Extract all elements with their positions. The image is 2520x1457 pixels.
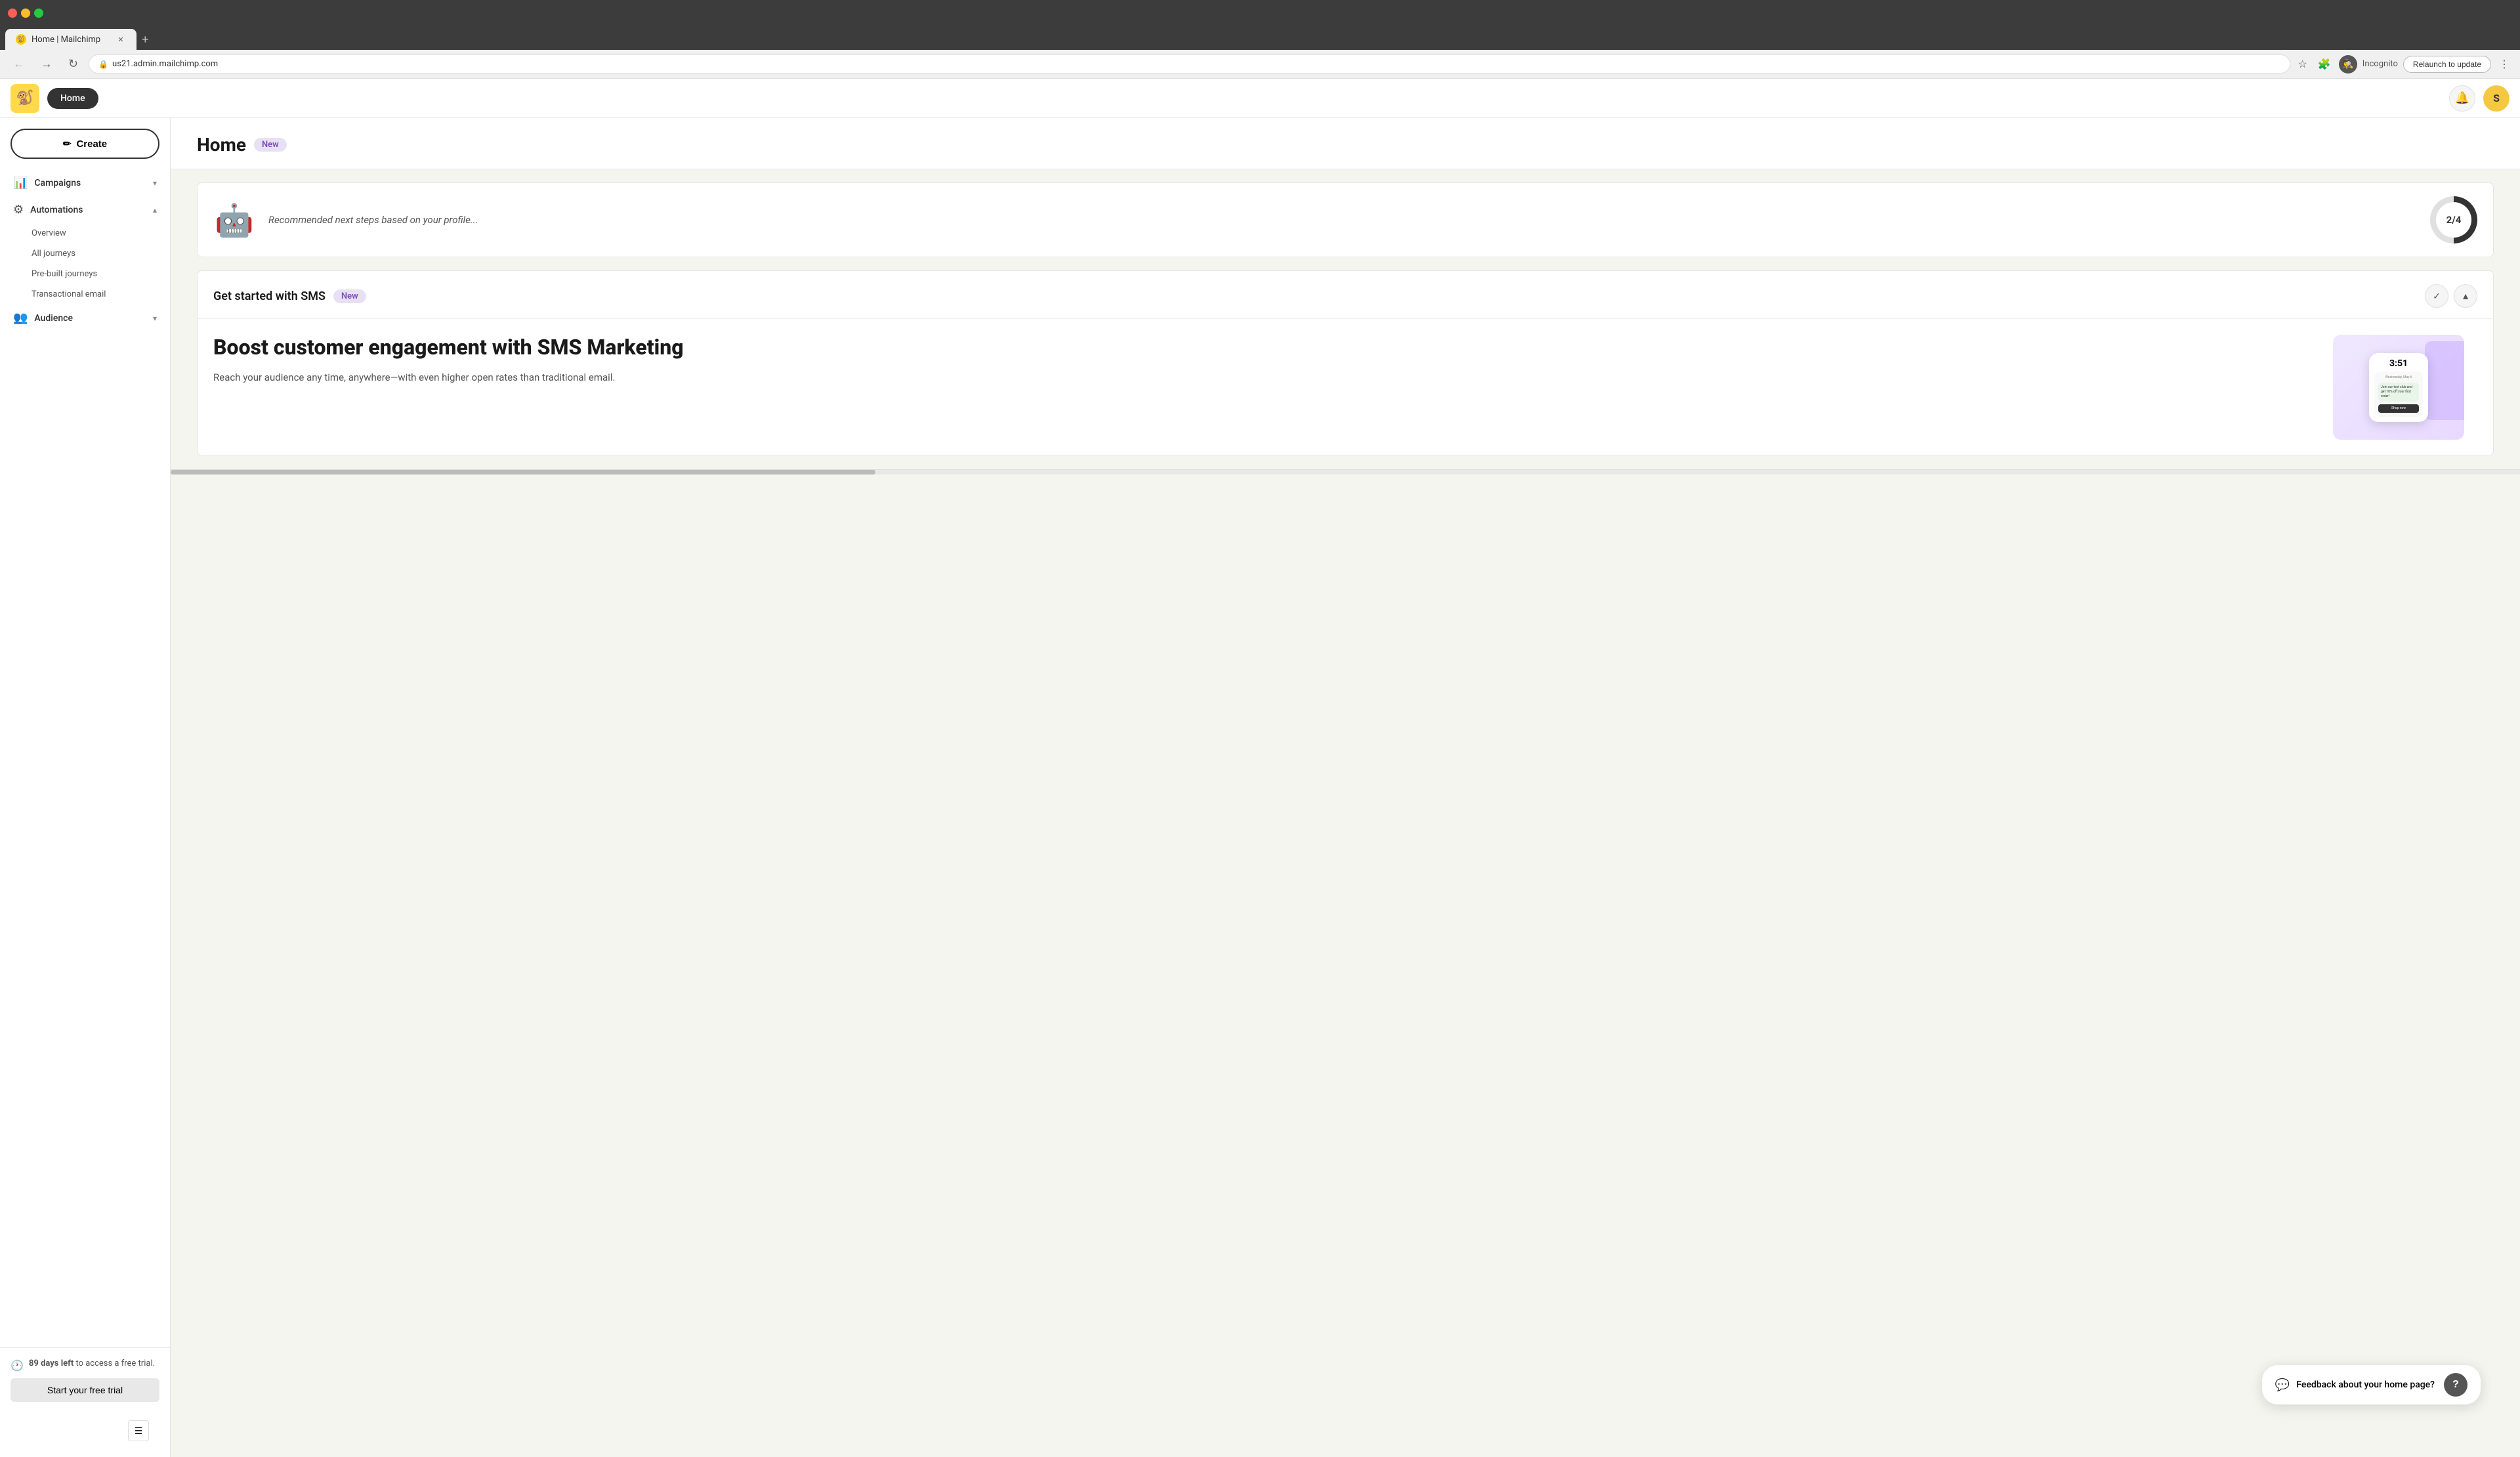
sidebar-sub-item-overview[interactable]: Overview bbox=[0, 223, 170, 243]
feedback-icon: 💬 bbox=[2275, 1378, 2290, 1392]
tab-title: Home | Mailchimp bbox=[32, 35, 100, 45]
campaigns-label: Campaigns bbox=[34, 178, 146, 188]
progress-section: 🤖 Recommended next steps based on your p… bbox=[197, 182, 2494, 257]
back-button[interactable]: ← bbox=[8, 54, 30, 74]
sms-mockup: 3:51 Wednesday, May 6 Join our text club… bbox=[2333, 335, 2464, 440]
automations-chevron: ▴ bbox=[153, 205, 157, 215]
bookmark-button[interactable]: ☆ bbox=[2296, 55, 2310, 74]
sms-controls: ✓ ▲ bbox=[2425, 284, 2477, 308]
address-bar[interactable]: 🔒 us21.admin.mailchimp.com bbox=[89, 54, 2290, 74]
automations-icon: ⚙ bbox=[13, 203, 24, 217]
user-avatar[interactable]: S bbox=[2483, 85, 2510, 112]
notification-button[interactable]: 🔔 bbox=[2449, 85, 2475, 112]
toolbar-right: ☆ 🧩 🕵 Incognito Relaunch to update ⋮ bbox=[2296, 55, 2512, 74]
horizontal-scrollbar-thumb[interactable] bbox=[171, 470, 875, 475]
sidebar-item-automations[interactable]: ⚙ Automations ▴ bbox=[0, 196, 170, 223]
sidebar-item-audience[interactable]: 👥 Audience ▾ bbox=[0, 305, 170, 331]
sms-content: Boost customer engagement with SMS Marke… bbox=[198, 319, 2493, 455]
browser-titlebar bbox=[0, 0, 2520, 26]
sms-subtext: Reach your audience any time, anywhere—w… bbox=[213, 370, 2317, 385]
maximize-window-button[interactable] bbox=[34, 9, 43, 18]
browser-chrome: 🐒 Home | Mailchimp ✕ + ← → ↻ 🔒 us21.admi… bbox=[0, 0, 2520, 79]
incognito-badge: 🕵 bbox=[2339, 55, 2357, 74]
relaunch-button[interactable]: Relaunch to update bbox=[2403, 56, 2491, 73]
sidebar-sub-item-transactional[interactable]: Transactional email bbox=[0, 284, 170, 305]
create-label: Create bbox=[76, 138, 107, 150]
forward-button[interactable]: → bbox=[35, 54, 58, 74]
window-controls bbox=[8, 9, 43, 18]
robot-illustration: 🤖 bbox=[213, 199, 255, 241]
progress-text: Recommended next steps based on your pro… bbox=[268, 214, 2417, 226]
sms-collapse-button[interactable]: ▲ bbox=[2454, 284, 2477, 308]
phone-bg bbox=[2425, 341, 2464, 420]
phone-date: Wednesday, May 6 bbox=[2378, 375, 2419, 380]
sms-header: Get started with SMS New ✓ ▲ bbox=[198, 271, 2493, 319]
phone-screen: Wednesday, May 6 Join our text club and … bbox=[2374, 371, 2423, 417]
app-container: ✏ Create 📊 Campaigns ▾ ⚙ Automations ▴ O… bbox=[0, 118, 2520, 1457]
mailchimp-logo[interactable]: 🐒 bbox=[10, 84, 39, 113]
sms-image-column: 3:51 Wednesday, May 6 Join our text club… bbox=[2333, 335, 2477, 440]
audience-icon: 👥 bbox=[13, 311, 28, 325]
sidebar-item-campaigns[interactable]: 📊 Campaigns ▾ bbox=[0, 169, 170, 196]
progress-ratio: 2/4 bbox=[2436, 202, 2471, 238]
sidebar-sub-item-pre-built[interactable]: Pre-built journeys bbox=[0, 264, 170, 284]
audience-chevron: ▾ bbox=[153, 314, 157, 323]
horizontal-scrollbar[interactable] bbox=[171, 469, 2520, 475]
trial-notice: 🕐 89 days left to access a free trial. S… bbox=[0, 1347, 170, 1412]
progress-circle: 2/4 bbox=[2430, 196, 2477, 243]
campaigns-icon: 📊 bbox=[13, 176, 28, 190]
phone-mockup: 3:51 Wednesday, May 6 Join our text club… bbox=[2369, 353, 2428, 422]
sidebar-sub-item-all-journeys[interactable]: All journeys bbox=[0, 243, 170, 264]
start-trial-button[interactable]: Start your free trial bbox=[10, 1378, 159, 1402]
sms-text-column: Boost customer engagement with SMS Marke… bbox=[213, 335, 2317, 398]
check-icon: ✓ bbox=[2433, 291, 2441, 302]
audience-label: Audience bbox=[34, 313, 146, 324]
sms-check-button[interactable]: ✓ bbox=[2425, 284, 2448, 308]
create-button[interactable]: ✏ Create bbox=[10, 129, 159, 159]
feedback-label: Feedback about your home page? bbox=[2296, 1380, 2435, 1390]
automations-label: Automations bbox=[30, 205, 146, 215]
main-content: Home New 🤖 Recommended next steps based … bbox=[171, 118, 2520, 1457]
app-topbar: 🐒 Home 🔔 S bbox=[0, 79, 2520, 118]
active-tab[interactable]: 🐒 Home | Mailchimp ✕ bbox=[5, 29, 136, 50]
refresh-button[interactable]: ↻ bbox=[63, 54, 83, 74]
feedback-bar: 💬 Feedback about your home page? ? bbox=[2262, 1365, 2481, 1404]
sms-section: Get started with SMS New ✓ ▲ Boost custo… bbox=[197, 270, 2494, 456]
help-button[interactable]: ? bbox=[2444, 1373, 2468, 1397]
collapse-icon: ☰ bbox=[135, 1425, 143, 1437]
more-menu-button[interactable]: ⋮ bbox=[2496, 55, 2512, 74]
phone-time: 3:51 bbox=[2374, 358, 2423, 369]
collapse-sidebar-button[interactable]: ☰ bbox=[128, 1420, 149, 1441]
campaigns-chevron: ▾ bbox=[153, 179, 157, 188]
sms-new-badge: New bbox=[333, 289, 366, 303]
sms-headline: Boost customer engagement with SMS Marke… bbox=[213, 335, 2317, 360]
incognito-icon: 🕵 bbox=[2342, 59, 2353, 70]
phone-message: Join our text club and get 10% off your … bbox=[2378, 383, 2419, 402]
clock-icon: 🕐 bbox=[10, 1359, 24, 1372]
extensions-button[interactable]: 🧩 bbox=[2315, 55, 2334, 74]
sidebar: ✏ Create 📊 Campaigns ▾ ⚙ Automations ▴ O… bbox=[0, 118, 171, 1457]
browser-toolbar: ← → ↻ 🔒 us21.admin.mailchimp.com ☆ 🧩 🕵 I… bbox=[0, 50, 2520, 79]
tab-favicon: 🐒 bbox=[16, 34, 26, 45]
trial-text: 🕐 89 days left to access a free trial. bbox=[10, 1359, 159, 1372]
incognito-label: Incognito bbox=[2362, 59, 2398, 69]
sms-title: Get started with SMS bbox=[213, 289, 326, 303]
page-header: Home New bbox=[171, 118, 2520, 169]
bell-icon: 🔔 bbox=[2455, 91, 2469, 105]
page-title: Home bbox=[197, 134, 246, 156]
new-tab-button[interactable]: + bbox=[136, 29, 154, 50]
trial-days: 89 days left to access a free trial. bbox=[29, 1359, 155, 1368]
phone-cta: Shop now bbox=[2378, 404, 2419, 413]
topbar-right: 🔔 S bbox=[2449, 85, 2510, 112]
page-new-badge: New bbox=[254, 138, 287, 152]
create-icon: ✏ bbox=[63, 138, 72, 150]
tab-close-button[interactable]: ✕ bbox=[116, 34, 126, 45]
url-text: us21.admin.mailchimp.com bbox=[112, 59, 218, 69]
tab-bar: 🐒 Home | Mailchimp ✕ + bbox=[0, 26, 2520, 50]
close-window-button[interactable] bbox=[8, 9, 17, 18]
chevron-up-icon: ▲ bbox=[2461, 291, 2470, 301]
home-nav-pill[interactable]: Home bbox=[47, 88, 98, 109]
lock-icon: 🔒 bbox=[98, 60, 108, 69]
minimize-window-button[interactable] bbox=[21, 9, 30, 18]
